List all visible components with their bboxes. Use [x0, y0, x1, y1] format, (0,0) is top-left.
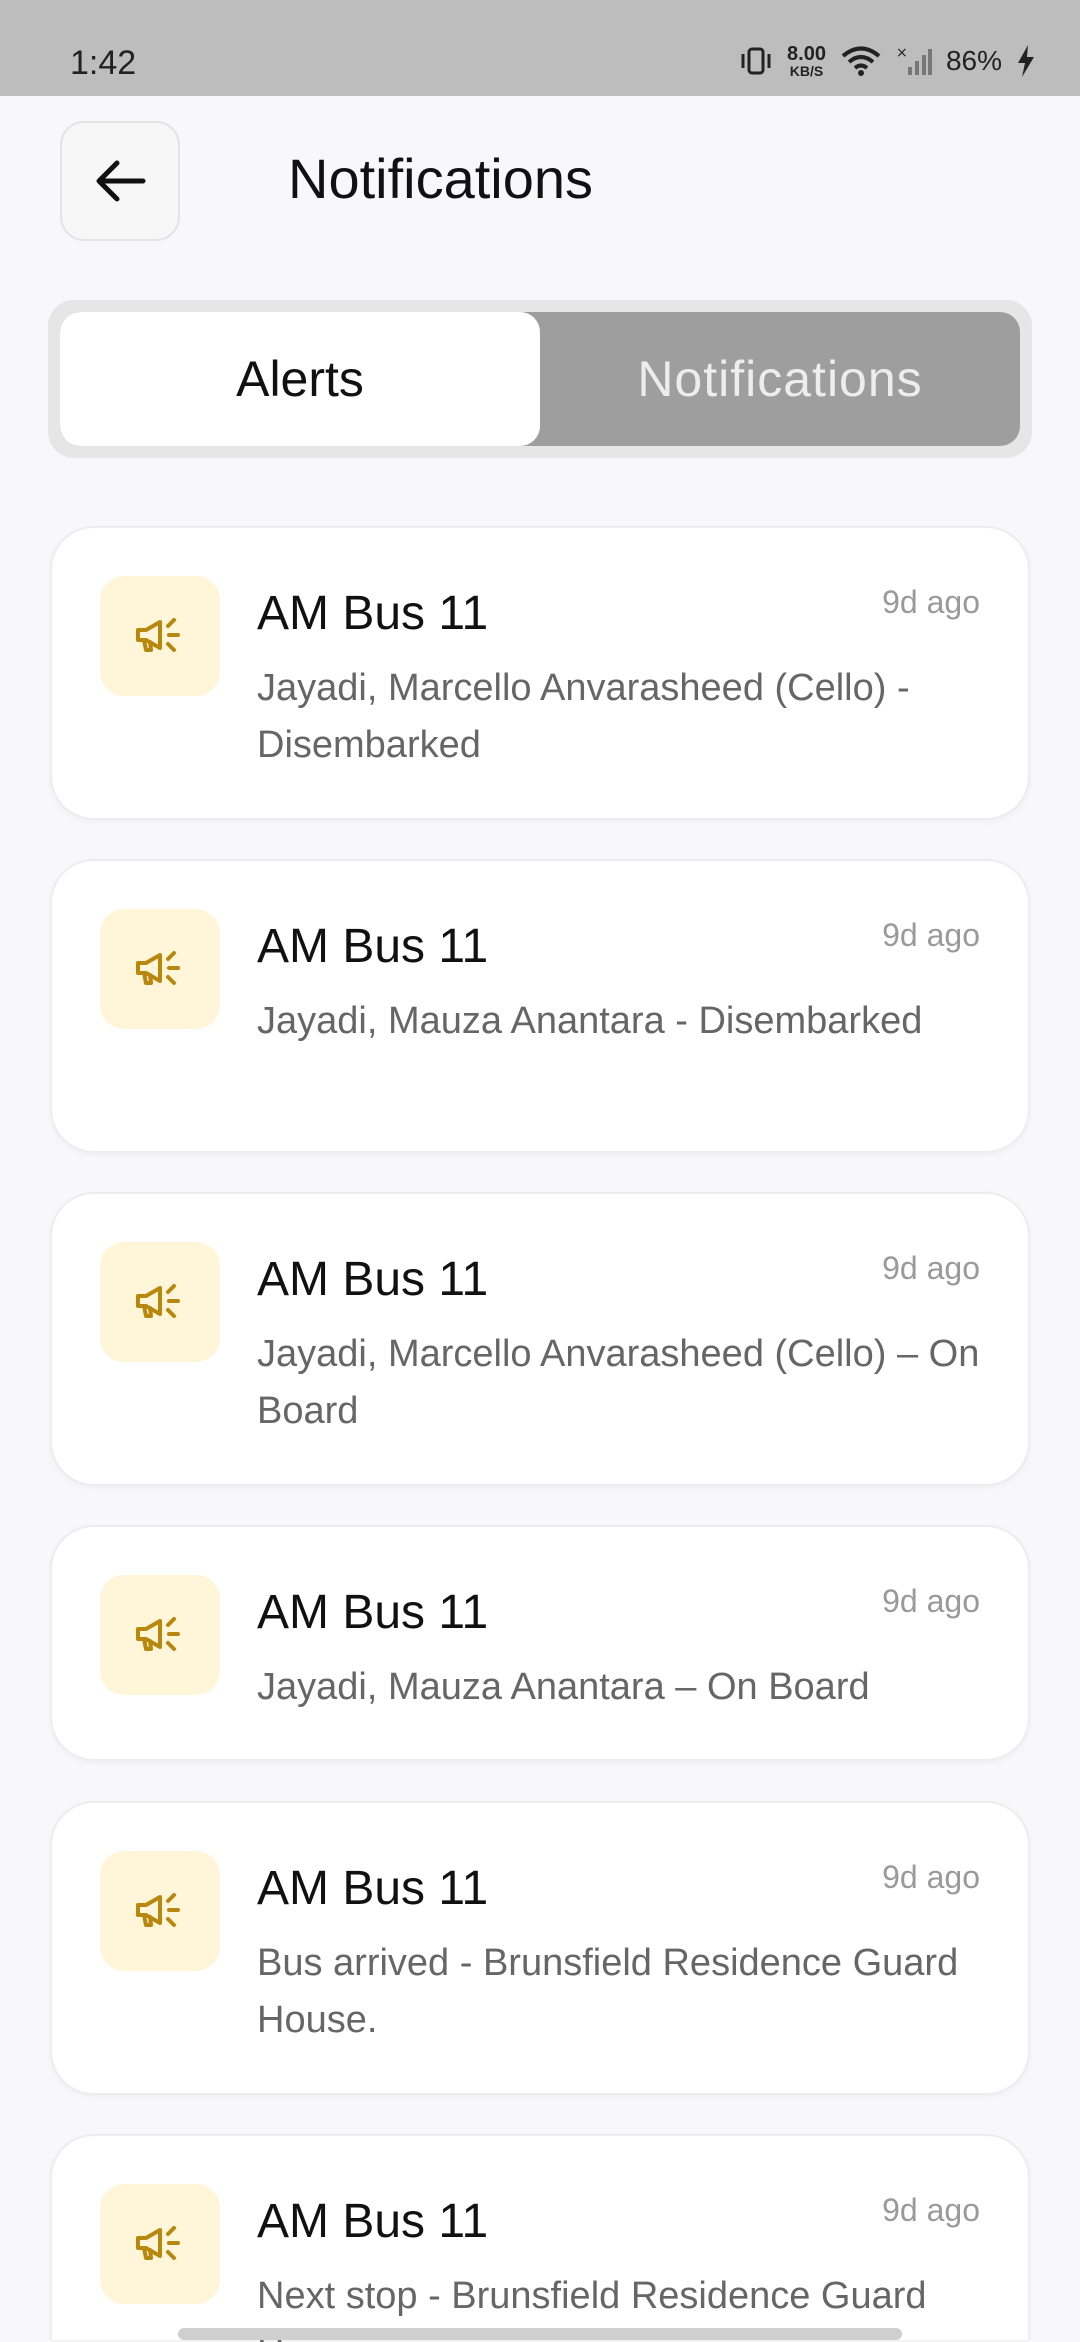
notification-time: 9d ago [882, 584, 980, 620]
status-bar: 1:42 8.00 KB/S × 86% [0, 0, 1080, 96]
notification-title: AM Bus 11 [257, 1862, 489, 1915]
back-button[interactable] [60, 121, 180, 241]
notification-time: 9d ago [882, 1859, 980, 1895]
app-header: Notifications [0, 96, 1080, 276]
tab-notifications[interactable]: Notifications [540, 312, 1020, 446]
megaphone-icon [100, 1575, 220, 1695]
battery-percent: 86% [945, 45, 1002, 76]
notification-message: Bus arrived - Brunsfield Residence Guard… [257, 1942, 959, 2041]
home-indicator[interactable] [178, 2328, 902, 2340]
notification-time: 9d ago [882, 1250, 980, 1286]
network-speed-value: 8.00 [787, 43, 826, 65]
megaphone-icon [100, 2184, 220, 2304]
status-icons: 8.00 KB/S × 86% [739, 44, 1036, 78]
list-item[interactable]: AM Bus 11 9d ago Jayadi, Marcello Anvara… [50, 526, 1030, 820]
notification-time: 9d ago [882, 2192, 980, 2228]
status-time: 1:42 [70, 44, 137, 82]
tab-alerts[interactable]: Alerts [60, 312, 540, 446]
arrow-left-icon [96, 160, 146, 202]
vibrate-icon [741, 47, 771, 75]
megaphone-icon [100, 909, 220, 1029]
wifi-icon [841, 46, 881, 76]
list-item[interactable]: AM Bus 11 9d ago Jayadi, Marcello Anvara… [50, 1192, 1030, 1486]
list-item[interactable]: AM Bus 11 9d ago Jayadi, Mauza Anantara … [50, 1525, 1030, 1761]
network-speed: 8.00 KB/S [787, 44, 826, 78]
megaphone-icon [100, 1242, 220, 1362]
notification-message: Jayadi, Marcello Anvarasheed (Cello) - D… [257, 667, 910, 766]
notification-time: 9d ago [882, 1583, 980, 1619]
notification-title: AM Bus 11 [257, 920, 489, 973]
list-item[interactable]: AM Bus 11 9d ago Bus arrived - Brunsfiel… [50, 1801, 1030, 2095]
list-item[interactable]: AM Bus 11 9d ago Next stop - Brunsfield … [50, 2134, 1030, 2342]
notification-title: AM Bus 11 [257, 587, 489, 640]
svg-text:×: × [896, 45, 908, 61]
list-item[interactable]: AM Bus 11 9d ago Jayadi, Mauza Anantara … [50, 859, 1030, 1153]
network-speed-unit: KB/S [789, 63, 824, 79]
charging-icon [1018, 45, 1034, 77]
notification-title: AM Bus 11 [257, 1586, 489, 1639]
notification-message: Jayadi, Mauza Anantara - Disembarked [257, 1000, 923, 1042]
megaphone-icon [100, 1851, 220, 1971]
notification-message: Jayadi, Mauza Anantara – On Board [257, 1666, 870, 1708]
notification-time: 9d ago [882, 917, 980, 953]
notification-message: Jayadi, Marcello Anvarasheed (Cello) – O… [257, 1333, 980, 1432]
segmented-tabs: Alerts Notifications [48, 300, 1032, 458]
page-title: Notifications [288, 147, 594, 210]
notification-title: AM Bus 11 [257, 1253, 489, 1306]
megaphone-icon [100, 576, 220, 696]
notification-title: AM Bus 11 [257, 2195, 489, 2248]
signal-icon: × [896, 45, 932, 75]
